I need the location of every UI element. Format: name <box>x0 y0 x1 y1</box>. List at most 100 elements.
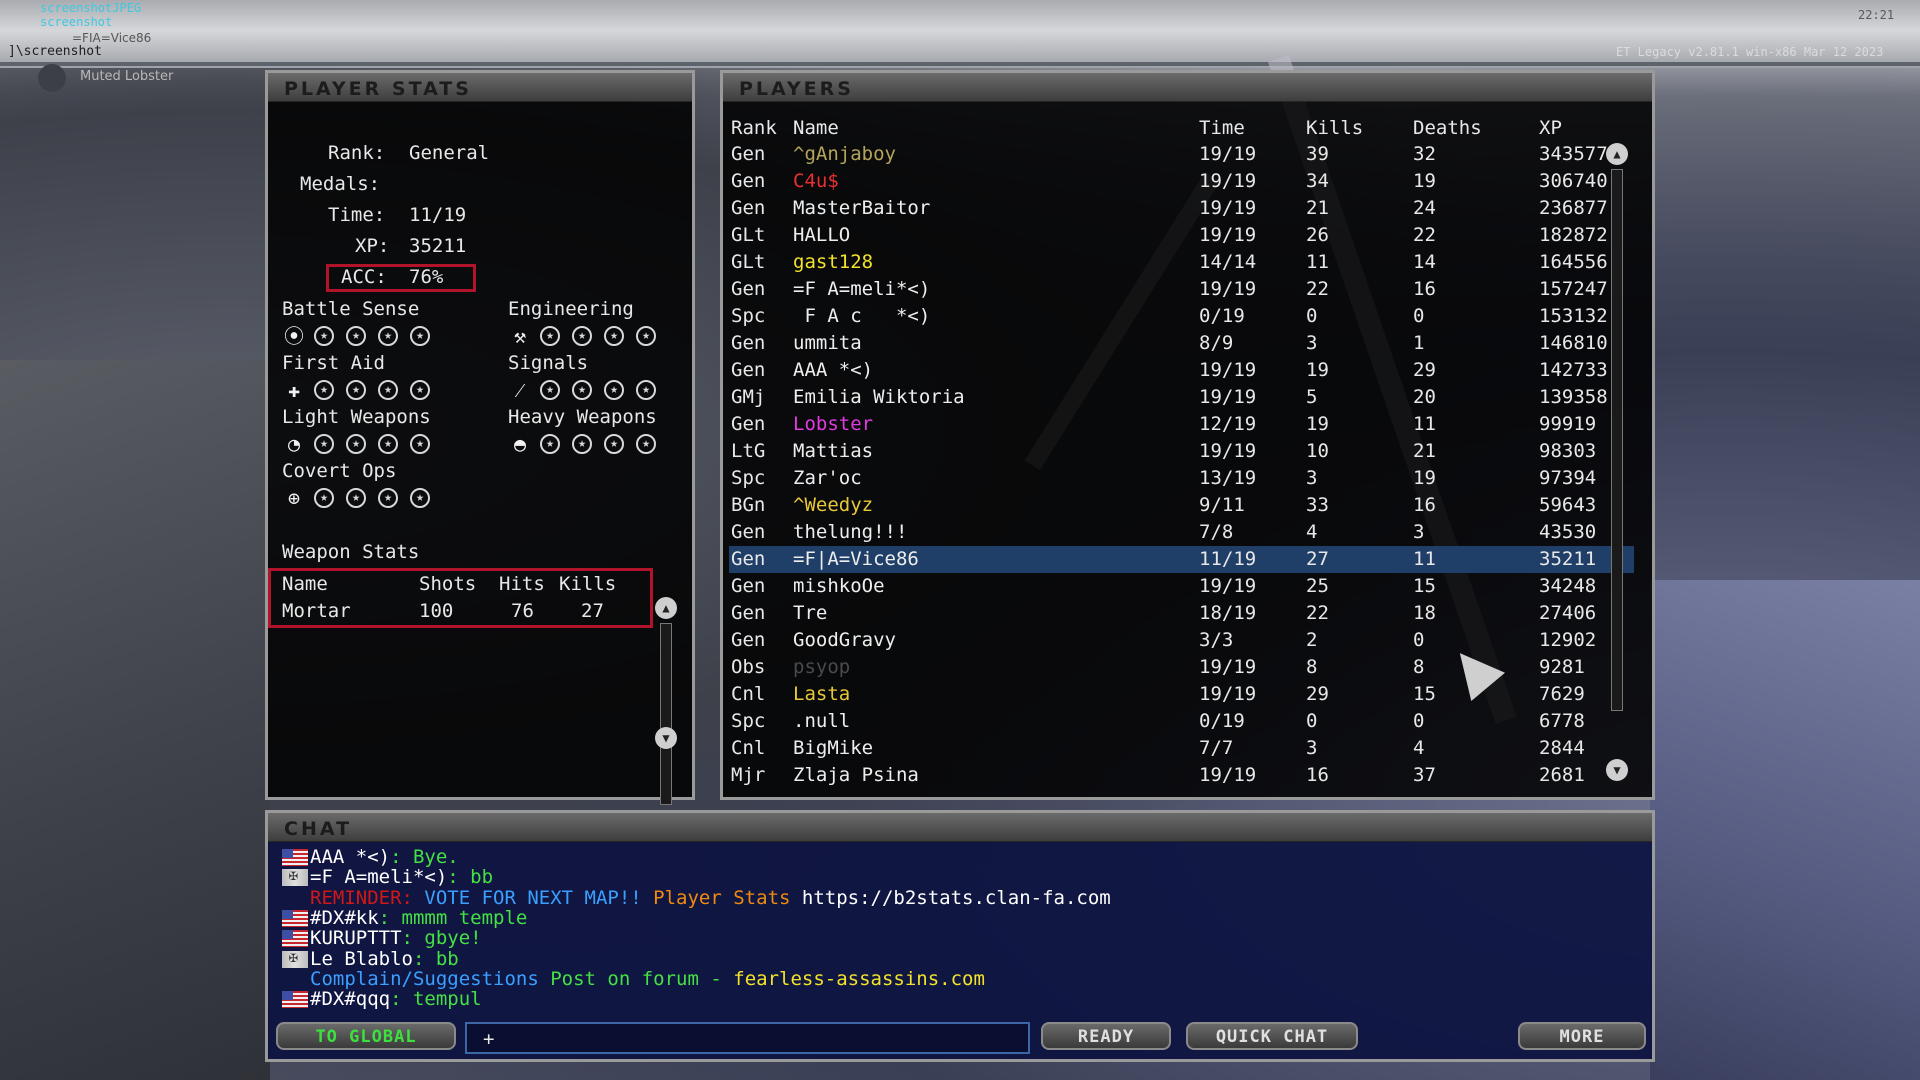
chat-text: fearless-assassins.com <box>733 967 985 990</box>
player-deaths: 22 <box>1413 224 1436 246</box>
scroll-up-button[interactable]: ▲ <box>1606 143 1628 165</box>
table-row[interactable]: LtG Mattias 19/19 10 21 98303 <box>729 438 1634 465</box>
player-name: C4u$ <box>793 170 839 192</box>
scroll-down-button[interactable]: ▼ <box>1606 759 1628 781</box>
player-xp: 99919 <box>1539 413 1597 435</box>
medal-star-icon: ★ <box>540 326 560 346</box>
medal-star-icon: ★ <box>314 380 334 400</box>
player-deaths: 24 <box>1413 197 1436 219</box>
table-row[interactable]: Gen ummita 8/9 3 1 146810 <box>729 330 1634 357</box>
table-row[interactable]: GLt HALLO 19/19 26 22 182872 <box>729 222 1634 249</box>
player-rank: Gen <box>731 629 766 651</box>
player-xp: 27406 <box>1539 602 1597 624</box>
chat-text: : tempul <box>390 988 482 1011</box>
weapon-header-shots: Shots <box>419 573 477 595</box>
table-row[interactable]: Cnl Lasta 19/19 29 15 7629 <box>729 681 1634 708</box>
player-deaths: 15 <box>1413 683 1436 705</box>
player-time: 19/19 <box>1199 197 1257 219</box>
chat-input[interactable]: + <box>465 1022 1030 1054</box>
player-deaths: 18 <box>1413 602 1436 624</box>
chat-sender: =F A=meli*<) <box>310 866 448 889</box>
chat-sender: Le Blablo <box>310 947 413 970</box>
player-kills: 0 <box>1306 305 1318 327</box>
table-row[interactable]: Mjr Zlaja Psina 19/19 16 37 2681 <box>729 762 1634 789</box>
table-row[interactable]: Gen Tre 18/19 22 18 27406 <box>729 600 1634 627</box>
chat-sender: Complain/Suggestions <box>310 967 539 990</box>
table-row[interactable]: Gen MasterBaitor 19/19 21 24 236877 <box>729 195 1634 222</box>
player-rank: Gen <box>731 278 766 300</box>
more-button[interactable]: MORE <box>1518 1022 1646 1050</box>
medal-star-icon: ★ <box>346 326 366 346</box>
table-row[interactable]: Gen mishkoOe 19/19 25 15 34248 <box>729 573 1634 600</box>
quick-chat-button[interactable]: QUICK CHAT <box>1186 1022 1358 1050</box>
player-kills: 19 <box>1306 413 1329 435</box>
player-deaths: 15 <box>1413 575 1436 597</box>
player-kills: 19 <box>1306 359 1329 381</box>
table-row[interactable]: Spc F A c *<) 0/19 0 0 153132 <box>729 303 1634 330</box>
table-row[interactable]: Gen GoodGravy 3/3 2 0 12902 <box>729 627 1634 654</box>
player-deaths: 19 <box>1413 170 1436 192</box>
player-time: 19/19 <box>1199 575 1257 597</box>
skill-stars-row: ⊕ ★ ★ ★ ★ <box>282 486 462 510</box>
table-row[interactable]: Gen =F A=meli*<) 19/19 22 16 157247 <box>729 276 1634 303</box>
player-xp: 146810 <box>1539 332 1608 354</box>
table-row[interactable]: Gen C4u$ 19/19 34 19 306740 <box>729 168 1634 195</box>
player-name: gast128 <box>793 251 874 273</box>
table-row[interactable]: Spc .null 0/19 0 0 6778 <box>729 708 1634 735</box>
table-row[interactable]: Gen =F|A=Vice86 11/19 27 11 35211 <box>729 546 1634 573</box>
col-header-time: Time <box>1199 117 1245 139</box>
chat-link: https://b2stats.clan-fa.com <box>790 886 1111 909</box>
player-time: 11/19 <box>1199 548 1257 570</box>
table-row[interactable]: Gen thelung!!! 7/8 4 3 43530 <box>729 519 1634 546</box>
de-flag-icon <box>282 948 308 968</box>
medal-star-icon: ★ <box>572 326 592 346</box>
chat-sender: AAA *<) <box>310 846 391 868</box>
player-rank: LtG <box>731 440 766 462</box>
player-kills: 21 <box>1306 197 1329 219</box>
player-rank: Gen <box>731 602 766 624</box>
player-name: MasterBaitor <box>793 197 931 219</box>
medal-star-icon: ★ <box>636 380 656 400</box>
terrain-left <box>0 360 270 1080</box>
scroll-down-button[interactable]: ▼ <box>655 727 677 749</box>
player-kills: 8 <box>1306 656 1318 678</box>
weapon-stats-scrollbar[interactable] <box>660 623 672 805</box>
terrain-right <box>1650 580 1920 1080</box>
table-row[interactable]: Gen Lobster 12/19 19 11 99919 <box>729 411 1634 438</box>
player-time: 19/19 <box>1199 656 1257 678</box>
weapon-header-hits: Hits <box>499 573 545 595</box>
player-deaths: 14 <box>1413 251 1436 273</box>
player-deaths: 16 <box>1413 494 1436 516</box>
player-kills: 10 <box>1306 440 1329 462</box>
ready-button[interactable]: READY <box>1041 1022 1171 1050</box>
table-row[interactable]: BGn ^Weedyz 9/11 33 16 59643 <box>729 492 1634 519</box>
table-row[interactable]: Spc Zar'oc 13/19 3 19 97394 <box>729 465 1634 492</box>
us-flag-icon <box>282 909 308 927</box>
col-header-rank: Rank <box>731 117 777 139</box>
col-header-deaths: Deaths <box>1413 117 1482 139</box>
player-xp: 6778 <box>1539 710 1585 732</box>
weapon-stats-title: Weapon Stats <box>282 541 420 563</box>
chat-text: : gbye! <box>401 927 482 950</box>
table-row[interactable]: Gen ^gAnjaboy 19/19 39 32 343577 <box>729 141 1634 168</box>
player-rank: Gen <box>731 332 766 354</box>
medal-star-icon: ★ <box>604 326 624 346</box>
chat-message: #DX#kk: mmmm temple <box>282 907 527 929</box>
table-row[interactable]: GMj Emilia Wiktoria 19/19 5 20 139358 <box>729 384 1634 411</box>
chat-panel: CHAT AAA *<): Bye.=F A=meli*<): bbREMIND… <box>265 810 1655 1062</box>
medal-star-icon: ★ <box>410 434 430 454</box>
player-xp: 12902 <box>1539 629 1597 651</box>
accuracy-value: 76% <box>409 266 444 288</box>
table-row[interactable]: Gen AAA *<) 19/19 19 29 142733 <box>729 357 1634 384</box>
to-global-button[interactable]: TO GLOBAL <box>276 1022 456 1050</box>
table-row[interactable]: GLt gast128 14/14 11 14 164556 <box>729 249 1634 276</box>
player-rank: Gen <box>731 413 766 435</box>
scroll-up-button[interactable]: ▲ <box>655 597 677 619</box>
us-flag-icon <box>282 930 308 948</box>
medal-star-icon: ★ <box>604 380 624 400</box>
players-scrollbar[interactable] <box>1611 169 1623 711</box>
table-row[interactable]: Cnl BigMike 7/7 3 4 2844 <box>729 735 1634 762</box>
player-rank: GLt <box>731 224 766 246</box>
player-xp: 7629 <box>1539 683 1585 705</box>
xp-label: XP: <box>355 235 390 257</box>
